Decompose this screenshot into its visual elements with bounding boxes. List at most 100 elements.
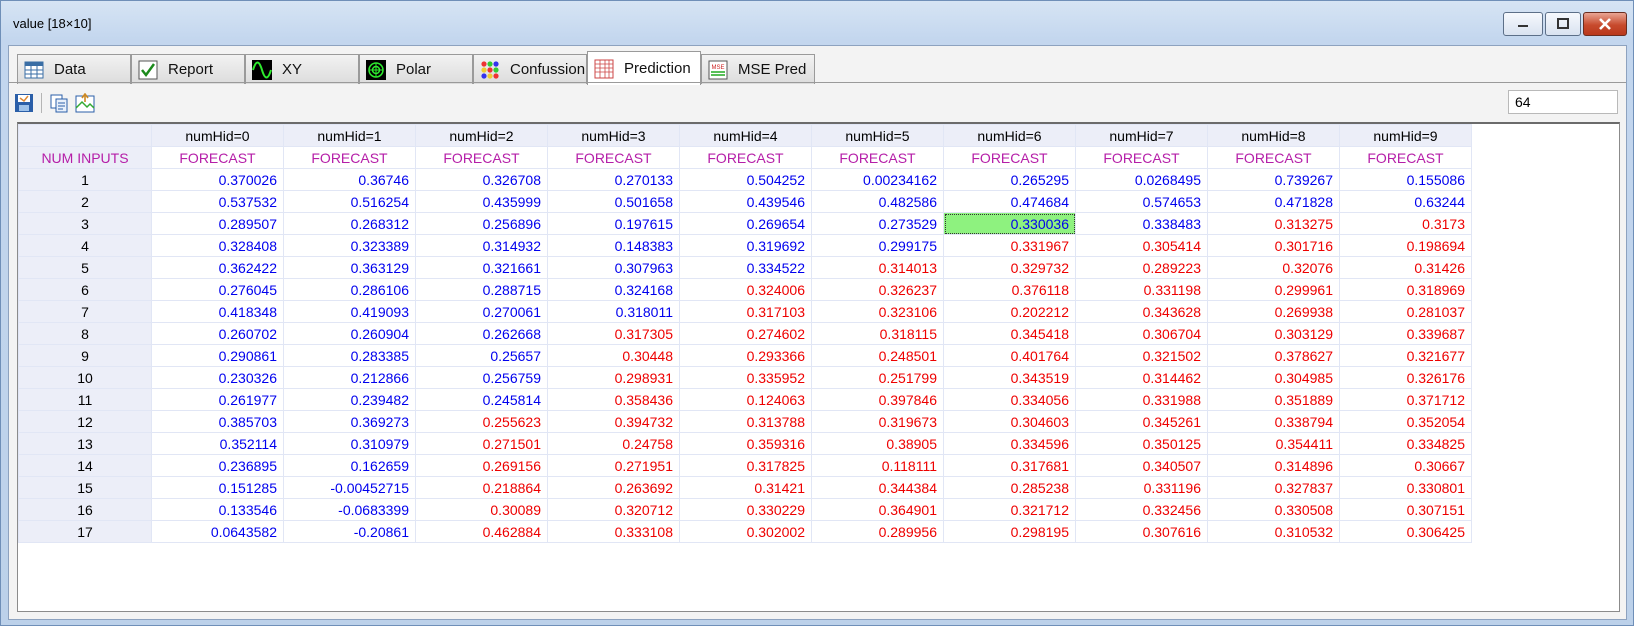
table-cell[interactable]: 0.283385 xyxy=(283,344,416,367)
table-cell[interactable]: 0.269938 xyxy=(1207,300,1340,323)
table-cell[interactable]: 0.276045 xyxy=(151,278,284,301)
table-cell[interactable]: 0.362422 xyxy=(151,256,284,279)
table-cell[interactable]: 0.326708 xyxy=(415,168,548,191)
table-cell[interactable]: 0.306704 xyxy=(1075,322,1208,345)
table-cell[interactable]: 0.352054 xyxy=(1339,410,1472,433)
table-cell[interactable]: 0.371712 xyxy=(1339,388,1472,411)
tab-prediction[interactable]: Prediction xyxy=(587,51,701,85)
table-cell[interactable]: 0.00234162 xyxy=(811,168,944,191)
row-header[interactable]: 3 xyxy=(18,212,152,235)
table-cell[interactable]: 0.359316 xyxy=(679,432,812,455)
table-cell[interactable]: 0.313275 xyxy=(1207,212,1340,235)
table-cell[interactable]: 0.462884 xyxy=(415,520,548,543)
row-header[interactable]: 8 xyxy=(18,322,152,345)
table-cell[interactable]: 0.330229 xyxy=(679,498,812,521)
row-header[interactable]: 5 xyxy=(18,256,152,279)
table-cell[interactable]: 0.133546 xyxy=(151,498,284,521)
table-cell[interactable]: 0.401764 xyxy=(943,344,1076,367)
table-cell[interactable]: 0.317681 xyxy=(943,454,1076,477)
table-cell[interactable]: 0.323106 xyxy=(811,300,944,323)
table-cell[interactable]: 0.324168 xyxy=(547,278,680,301)
minimize-button[interactable] xyxy=(1503,12,1543,36)
table-cell[interactable]: 0.310979 xyxy=(283,432,416,455)
table-cell[interactable]: 0.327837 xyxy=(1207,476,1340,499)
table-cell[interactable]: 0.197615 xyxy=(547,212,680,235)
table-cell[interactable]: 0.230326 xyxy=(151,366,284,389)
table-cell[interactable]: 0.335952 xyxy=(679,366,812,389)
table-cell[interactable]: 0.397846 xyxy=(811,388,944,411)
table-cell[interactable]: 0.328408 xyxy=(151,234,284,257)
table-cell[interactable]: 0.289223 xyxy=(1075,256,1208,279)
table-cell[interactable]: 0.378627 xyxy=(1207,344,1340,367)
row-header[interactable]: 2 xyxy=(18,190,152,213)
table-cell[interactable]: 0.63244 xyxy=(1339,190,1472,213)
table-cell[interactable]: 0.269654 xyxy=(679,212,812,235)
table-cell[interactable]: 0.323389 xyxy=(283,234,416,257)
table-cell[interactable]: 0.299961 xyxy=(1207,278,1340,301)
table-cell[interactable]: 0.364901 xyxy=(811,498,944,521)
column-header[interactable]: numHid=4 xyxy=(679,124,812,147)
table-cell[interactable]: 0.286106 xyxy=(283,278,416,301)
table-cell[interactable]: 0.358436 xyxy=(547,388,680,411)
table-cell[interactable]: 0.321712 xyxy=(943,498,1076,521)
table-cell[interactable]: 0.343519 xyxy=(943,366,1076,389)
table-cell[interactable]: 0.326237 xyxy=(811,278,944,301)
table-cell[interactable]: 0.245814 xyxy=(415,388,548,411)
table-cell[interactable]: 0.290861 xyxy=(151,344,284,367)
tab-xy[interactable]: XY xyxy=(245,54,359,84)
table-cell[interactable]: 0.299175 xyxy=(811,234,944,257)
table-cell[interactable]: 0.343628 xyxy=(1075,300,1208,323)
table-cell[interactable]: 0.262668 xyxy=(415,322,548,345)
column-header[interactable]: numHid=9 xyxy=(1339,124,1472,147)
row-header[interactable]: 1 xyxy=(18,168,152,191)
table-cell[interactable]: 0.310532 xyxy=(1207,520,1340,543)
table-cell[interactable]: 0.574653 xyxy=(1075,190,1208,213)
table-cell[interactable]: -0.20861 xyxy=(283,520,416,543)
table-cell[interactable]: 0.471828 xyxy=(1207,190,1340,213)
table-cell[interactable]: 0.270133 xyxy=(547,168,680,191)
table-cell[interactable]: 0.0268495 xyxy=(1075,168,1208,191)
table-cell[interactable]: 0.321677 xyxy=(1339,344,1472,367)
table-cell[interactable]: 0.155086 xyxy=(1339,168,1472,191)
row-header[interactable]: 14 xyxy=(18,454,152,477)
table-cell[interactable]: 0.261977 xyxy=(151,388,284,411)
column-header[interactable]: numHid=5 xyxy=(811,124,944,147)
table-cell[interactable]: 0.236895 xyxy=(151,454,284,477)
table-cell[interactable]: 0.255623 xyxy=(415,410,548,433)
table-cell[interactable]: 0.30667 xyxy=(1339,454,1472,477)
column-header[interactable]: numHid=7 xyxy=(1075,124,1208,147)
table-cell[interactable]: 0.537532 xyxy=(151,190,284,213)
table-cell[interactable]: 0.330508 xyxy=(1207,498,1340,521)
column-header[interactable]: numHid=6 xyxy=(943,124,1076,147)
table-cell[interactable]: 0.265295 xyxy=(943,168,1076,191)
table-cell[interactable]: 0.474684 xyxy=(943,190,1076,213)
table-cell[interactable]: 0.319673 xyxy=(811,410,944,433)
table-cell[interactable]: 0.307963 xyxy=(547,256,680,279)
table-cell[interactable]: 0.162659 xyxy=(283,454,416,477)
table-cell[interactable]: 0.307151 xyxy=(1339,498,1472,521)
row-header[interactable]: 11 xyxy=(18,388,152,411)
table-cell[interactable]: 0.314896 xyxy=(1207,454,1340,477)
table-cell[interactable]: 0.239482 xyxy=(283,388,416,411)
column-header[interactable]: numHid=1 xyxy=(283,124,416,147)
table-cell[interactable]: 0.260904 xyxy=(283,322,416,345)
table-cell[interactable]: 0.331196 xyxy=(1075,476,1208,499)
row-header[interactable]: 17 xyxy=(18,520,152,543)
column-header[interactable]: numHid=3 xyxy=(547,124,680,147)
table-cell[interactable]: 0.344384 xyxy=(811,476,944,499)
table-cell[interactable]: 0.298195 xyxy=(943,520,1076,543)
table-cell[interactable]: 0.218864 xyxy=(415,476,548,499)
table-cell[interactable]: 0.256896 xyxy=(415,212,548,235)
tab-mse-pred[interactable]: MSE MSE Pred xyxy=(701,54,815,84)
table-cell[interactable]: 0.269156 xyxy=(415,454,548,477)
table-cell[interactable]: 0.340507 xyxy=(1075,454,1208,477)
table-cell[interactable]: 0.333108 xyxy=(547,520,680,543)
table-cell[interactable]: 0.24758 xyxy=(547,432,680,455)
table-cell[interactable]: 0.302002 xyxy=(679,520,812,543)
column-header[interactable]: numHid=2 xyxy=(415,124,548,147)
table-cell[interactable]: 0.289507 xyxy=(151,212,284,235)
table-cell[interactable]: 0.0643582 xyxy=(151,520,284,543)
table-cell[interactable]: 0.301716 xyxy=(1207,234,1340,257)
table-cell[interactable]: 0.251799 xyxy=(811,366,944,389)
table-cell[interactable]: 0.36746 xyxy=(283,168,416,191)
